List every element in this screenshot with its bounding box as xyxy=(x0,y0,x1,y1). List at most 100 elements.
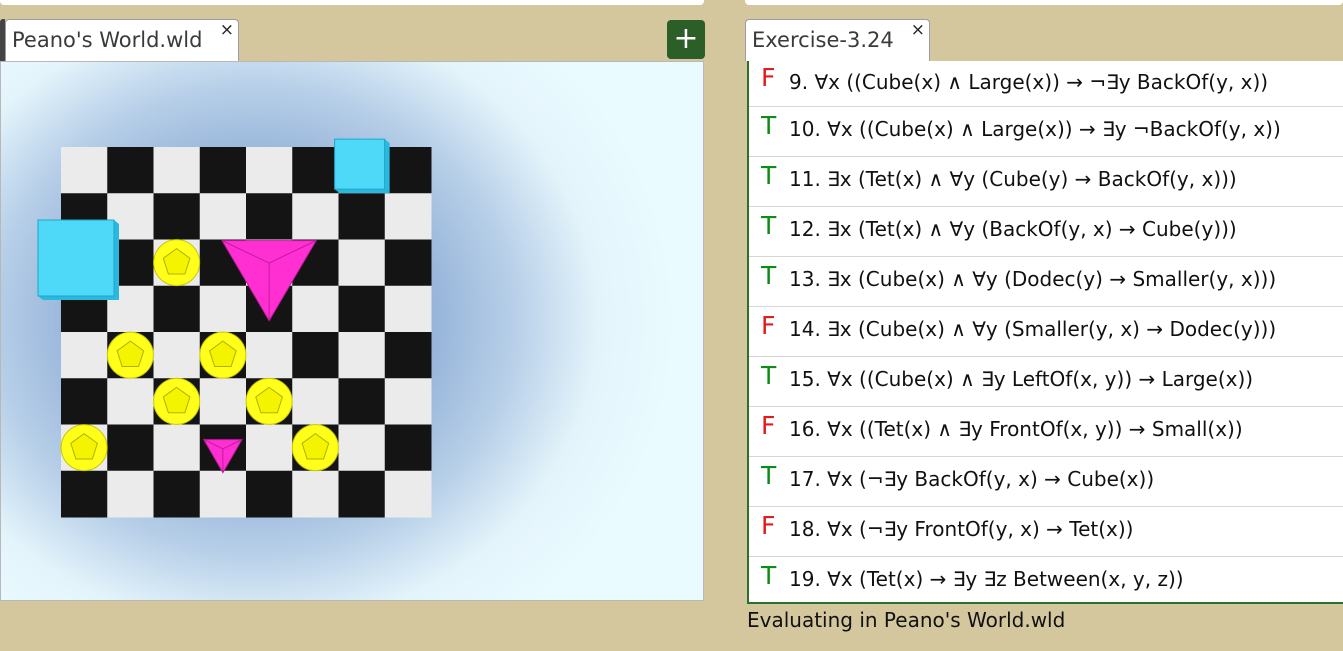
board-square xyxy=(107,378,154,425)
truth-value-badge: T xyxy=(761,161,777,190)
sentence-text: 19. ∀x (Tet(x) → ∃y ∃z Between(x, y, z)) xyxy=(789,567,1184,591)
board-square xyxy=(61,332,108,379)
top-strip-right xyxy=(745,0,1343,5)
board-square xyxy=(199,193,247,240)
board-square xyxy=(384,470,432,518)
board-square xyxy=(246,193,293,240)
top-strip-left xyxy=(0,0,704,5)
board-square xyxy=(61,470,108,518)
dodecahedron-icon[interactable] xyxy=(199,331,247,379)
board-square xyxy=(153,470,201,518)
sentence-row[interactable]: T 13. ∃x (Cube(x) ∧ ∀y (Dodec(y) → Smalle… xyxy=(749,257,1343,307)
status-text: Evaluating in Peano's World.wld xyxy=(747,608,1066,632)
sentence-text: 9. ∀x ((Cube(x) ∧ Large(x)) → ¬∃y BackOf… xyxy=(789,70,1269,94)
truth-value-badge: F xyxy=(761,63,776,92)
close-icon[interactable]: × xyxy=(911,22,925,39)
truth-value-badge: T xyxy=(761,261,777,290)
board-square xyxy=(246,332,293,379)
sentence-row[interactable]: F 9. ∀x ((Cube(x) ∧ Large(x)) → ¬∃y Back… xyxy=(749,61,1343,107)
board-square xyxy=(246,147,293,194)
dodecahedron-icon[interactable] xyxy=(106,331,154,379)
sentence-row[interactable]: F 14. ∃x (Cube(x) ∧ ∀y (Smaller(y, x) → D… xyxy=(749,307,1343,357)
board-square xyxy=(292,147,339,194)
world-view[interactable] xyxy=(0,61,704,601)
board-square xyxy=(292,470,339,518)
dodecahedron-icon[interactable] xyxy=(291,424,339,472)
sentence-list[interactable]: F 9. ∀x ((Cube(x) ∧ Large(x)) → ¬∃y Back… xyxy=(747,61,1343,604)
board-square xyxy=(199,470,247,518)
board-square xyxy=(338,424,386,472)
sentence-text: 15. ∀x ((Cube(x) ∧ ∃y LeftOf(x, y)) → La… xyxy=(789,367,1254,391)
sentence-row[interactable]: T 17. ∀x (¬∃y BackOf(y, x) → Cube(x)) xyxy=(749,457,1343,507)
board-square xyxy=(199,378,247,425)
sentence-text: 12. ∃x (Tet(x) ∧ ∀y (BackOf(y, x) → Cube… xyxy=(789,217,1237,241)
truth-value-badge: T xyxy=(761,211,777,240)
sentence-text: 11. ∃x (Tet(x) ∧ ∀y (Cube(y) → BackOf(y,… xyxy=(789,167,1237,191)
sentence-row[interactable]: T 15. ∀x ((Cube(x) ∧ ∃y LeftOf(x, y)) → L… xyxy=(749,357,1343,407)
large-cube-icon[interactable] xyxy=(37,219,119,300)
board-square xyxy=(292,332,339,379)
close-icon[interactable]: × xyxy=(220,22,234,39)
sentence-row[interactable]: T 10. ∀x ((Cube(x) ∧ Large(x)) → ∃y ¬Back… xyxy=(749,107,1343,157)
board-square xyxy=(153,193,201,240)
sentence-row[interactable]: T 19. ∀x (Tet(x) → ∃y ∃z Between(x, y, z)… xyxy=(749,557,1343,602)
truth-value-badge: F xyxy=(761,511,776,540)
board-square xyxy=(338,332,386,379)
dodecahedron-icon[interactable] xyxy=(245,377,293,425)
sentence-row[interactable]: T 12. ∃x (Tet(x) ∧ ∀y (BackOf(y, x) → Cub… xyxy=(749,207,1343,257)
board-square xyxy=(292,193,339,240)
truth-value-badge: T xyxy=(761,111,777,140)
dodecahedron-icon[interactable] xyxy=(153,377,201,425)
tab-exercise-label: Exercise-3.24 xyxy=(752,28,894,52)
board-square xyxy=(107,147,154,194)
board-square xyxy=(338,470,386,518)
sentence-text: 16. ∀x ((Tet(x) ∧ ∃y FrontOf(x, y)) → Sm… xyxy=(789,417,1243,441)
board-square xyxy=(384,285,432,333)
sentence-text: 18. ∀x (¬∃y FrontOf(y, x) → Tet(x)) xyxy=(789,517,1134,541)
board-square xyxy=(107,470,154,518)
tab-world-label: Peano's World.wld xyxy=(12,28,203,52)
board-square xyxy=(107,424,154,472)
board-square xyxy=(61,147,108,194)
dodecahedron-icon[interactable] xyxy=(60,424,108,472)
board-square xyxy=(384,147,432,194)
tab-exercise[interactable]: Exercise-3.24 × xyxy=(745,19,930,61)
truth-value-badge: T xyxy=(761,561,777,590)
board-square xyxy=(61,378,108,425)
board-square xyxy=(153,332,201,379)
dodecahedron-icon[interactable] xyxy=(153,239,201,287)
board-square xyxy=(384,193,432,240)
sentence-text: 10. ∀x ((Cube(x) ∧ Large(x)) → ∃y ¬BackO… xyxy=(789,117,1281,141)
sentence-text: 13. ∃x (Cube(x) ∧ ∀y (Dodec(y) → Smaller… xyxy=(789,267,1277,291)
board-square xyxy=(384,378,432,425)
sentence-row[interactable]: F 18. ∀x (¬∃y FrontOf(y, x) → Tet(x)) xyxy=(749,507,1343,557)
board-square xyxy=(153,147,201,194)
board-square xyxy=(338,285,386,333)
truth-value-badge: T xyxy=(761,461,777,490)
sentence-text: 14. ∃x (Cube(x) ∧ ∀y (Smaller(y, x) → Do… xyxy=(789,317,1277,341)
truth-value-badge: F xyxy=(761,411,776,440)
truth-value-badge: T xyxy=(761,361,777,390)
sentence-text: 17. ∀x (¬∃y BackOf(y, x) → Cube(x)) xyxy=(789,467,1155,491)
world-board[interactable] xyxy=(1,62,704,601)
board-square xyxy=(199,285,247,333)
board-square xyxy=(153,424,201,472)
board-square xyxy=(338,378,386,425)
board-square xyxy=(246,424,293,472)
board-square xyxy=(292,285,339,333)
board-square xyxy=(199,147,247,194)
board-square xyxy=(338,193,386,240)
sentence-row[interactable]: F 16. ∀x ((Tet(x) ∧ ∃y FrontOf(x, y)) → S… xyxy=(749,407,1343,457)
small-cube-icon[interactable] xyxy=(334,138,390,194)
board-square xyxy=(384,239,432,287)
truth-value-badge: F xyxy=(761,311,776,340)
sentence-row[interactable]: T 11. ∃x (Tet(x) ∧ ∀y (Cube(y) → BackOf(y… xyxy=(749,157,1343,207)
board-square xyxy=(338,239,386,287)
board-square xyxy=(384,424,432,472)
board-square xyxy=(153,285,201,333)
board-square xyxy=(292,378,339,425)
add-tab-button[interactable]: + xyxy=(667,20,705,59)
board-square xyxy=(246,470,293,518)
tab-world[interactable]: Peano's World.wld × xyxy=(5,19,239,61)
board-square xyxy=(384,332,432,379)
